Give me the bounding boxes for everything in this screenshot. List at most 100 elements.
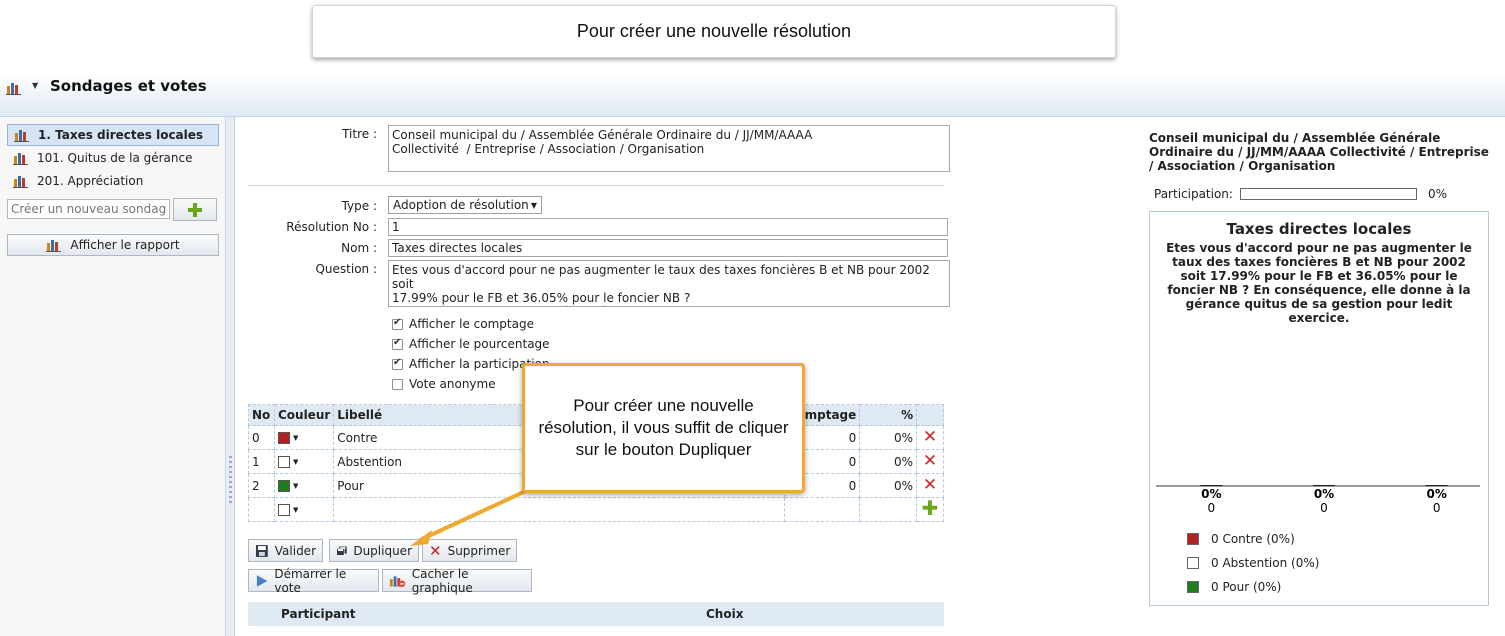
legend-label: 0 Abstention (0%): [1211, 556, 1320, 570]
chevron-down-icon[interactable]: ▼: [293, 482, 298, 490]
delete-row-button[interactable]: ✕: [916, 473, 944, 498]
color-picker[interactable]: ▼: [273, 449, 335, 474]
col-actions: [916, 404, 944, 426]
poll-icon[interactable]: [6, 81, 22, 95]
row-no: 2: [248, 473, 275, 498]
legend-item: 0 Contre (0%): [1187, 532, 1295, 546]
anonymous-vote-checkbox[interactable]: [392, 378, 403, 390]
legend-swatch: [1187, 581, 1199, 593]
chart-percent-label: 0%: [1314, 487, 1334, 501]
hide-chart-icon: [389, 575, 406, 587]
poll-icon: [46, 238, 62, 252]
chevron-down-icon[interactable]: ▼: [293, 506, 298, 514]
poll-icon: [14, 128, 30, 142]
plus-icon: [188, 202, 202, 217]
close-icon[interactable]: ✕: [923, 475, 937, 495]
play-icon: [256, 574, 268, 587]
option-label: Vote anonyme: [409, 377, 496, 391]
color-picker[interactable]: ▼: [273, 473, 335, 498]
delete-row-button[interactable]: ✕: [916, 425, 944, 450]
validate-button[interactable]: Valider: [248, 539, 323, 562]
divider: [248, 185, 944, 186]
show-count-checkbox[interactable]: [392, 317, 403, 330]
option-show-percentage[interactable]: Afficher le pourcentage: [392, 336, 550, 352]
color-picker[interactable]: ▼: [273, 425, 335, 450]
titre-textarea[interactable]: Conseil municipal du / Assemblée Général…: [388, 125, 950, 172]
chevron-down-icon[interactable]: ▼: [293, 434, 298, 442]
chart-bar-pour: [1425, 485, 1448, 486]
page-title: Sondages et votes: [50, 77, 207, 95]
legend-label: 0 Contre (0%): [1211, 532, 1295, 546]
delete-row-button[interactable]: ✕: [916, 449, 944, 474]
chevron-down-icon[interactable]: ▼: [32, 81, 38, 90]
callout-box: Pour créer une nouvelle résolution, il v…: [522, 363, 805, 493]
option-anonymous-vote[interactable]: Vote anonyme: [392, 376, 496, 392]
resolution-no-label: Résolution No :: [286, 220, 377, 234]
nom-input[interactable]: Taxes directes locales: [388, 239, 948, 257]
color-swatch[interactable]: [277, 504, 290, 516]
preview-title: Conseil municipal du / Assemblée Général…: [1149, 131, 1489, 173]
row-pct: 0%: [859, 449, 918, 474]
participation-label: Participation:: [1154, 187, 1233, 201]
show-participation-checkbox[interactable]: [392, 357, 403, 370]
add-survey-button[interactable]: [173, 198, 217, 221]
sidebar-item-label: 101. Quitus de la gérance: [37, 151, 193, 165]
add-row-button[interactable]: ✚: [916, 496, 944, 522]
participants-header: Participant Choix: [248, 602, 944, 626]
report-button-label: Afficher le rapport: [70, 238, 180, 252]
color-swatch[interactable]: [277, 432, 290, 444]
sidebar-item-taxes[interactable]: 1. Taxes directes locales: [7, 124, 219, 146]
show-percentage-checkbox[interactable]: [392, 337, 403, 350]
hide-chart-button[interactable]: Cacher le graphique: [382, 567, 532, 595]
legend-item: 0 Abstention (0%): [1187, 556, 1319, 570]
caption-text: Pour créer une nouvelle résolution: [576, 21, 852, 41]
participation-bar: [1240, 188, 1417, 200]
sidebar: [0, 117, 226, 636]
caption-box: Pour créer une nouvelle résolution: [312, 5, 1116, 58]
legend-item: 0 Pour (0%): [1187, 580, 1281, 594]
start-vote-button[interactable]: Démarrer le vote: [248, 566, 379, 595]
app-header: [0, 75, 1505, 117]
col-color: Couleur: [273, 404, 335, 426]
type-select[interactable]: Adoption de résolution ▼: [388, 196, 542, 214]
type-label: Type :: [341, 199, 377, 213]
close-icon[interactable]: ✕: [923, 451, 937, 471]
chart-count-label: 0: [1433, 501, 1441, 515]
splitter-grip[interactable]: [229, 456, 232, 506]
results-chart: 0%00%00%0: [1156, 485, 1480, 515]
nom-label: Nom :: [341, 241, 377, 255]
new-survey-input[interactable]: [7, 199, 170, 219]
participant-col: Participant: [281, 607, 356, 621]
plus-icon[interactable]: ✚: [922, 496, 939, 520]
poll-icon: [13, 174, 29, 188]
row-pct: 0%: [859, 425, 918, 450]
chart-count-label: 0: [1208, 501, 1216, 515]
chevron-down-icon[interactable]: ▼: [293, 458, 298, 466]
question-label: Question :: [315, 262, 377, 276]
participation-value: 0%: [1428, 187, 1448, 201]
question-textarea[interactable]: Etes vous d'accord pour ne pas augmenter…: [388, 260, 950, 307]
resolution-no-input[interactable]: 1: [388, 218, 948, 236]
titre-label: Titre :: [342, 127, 377, 141]
chart-subtitle: Etes vous d'accord pour ne pas augmenter…: [1166, 241, 1472, 325]
chart-count-label: 0: [1320, 501, 1328, 515]
color-swatch[interactable]: [277, 480, 290, 492]
close-icon[interactable]: ✕: [923, 427, 937, 447]
duplicate-icon: [336, 546, 347, 556]
row-pct: 0%: [859, 473, 918, 498]
sidebar-item-quitus[interactable]: 101. Quitus de la gérance: [7, 147, 219, 169]
color-picker[interactable]: ▼: [273, 497, 335, 522]
color-swatch[interactable]: [277, 456, 290, 468]
show-report-button[interactable]: Afficher le rapport: [7, 234, 219, 256]
sidebar-item-appreciation[interactable]: 201. Appréciation: [7, 170, 219, 192]
legend-swatch: [1187, 557, 1199, 569]
poll-icon: [13, 151, 29, 165]
type-select-value: Adoption de résolution: [393, 198, 529, 212]
option-show-count[interactable]: Afficher le comptage: [392, 316, 534, 332]
panel-splitter[interactable]: [226, 117, 235, 636]
row-no: 0: [248, 425, 275, 450]
chart-bar-abstention: [1313, 485, 1335, 486]
row-no: 1: [248, 449, 275, 474]
col-no: No: [248, 404, 275, 426]
start-vote-label: Démarrer le vote: [274, 566, 347, 595]
